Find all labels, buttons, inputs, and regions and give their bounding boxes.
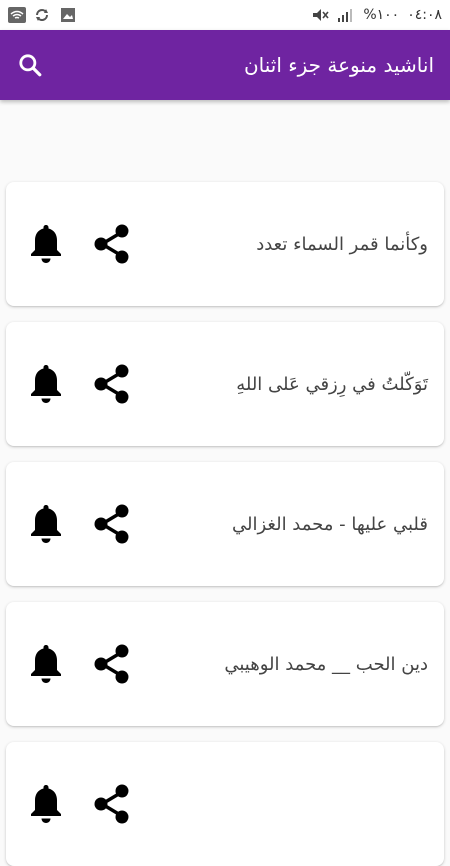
bell-button[interactable] — [26, 222, 66, 266]
bell-button[interactable] — [26, 502, 66, 546]
search-button[interactable] — [14, 49, 46, 81]
list-item[interactable]: دين الحب __ محمد الوهيبي — [6, 602, 444, 726]
share-icon — [94, 224, 129, 264]
mute-icon — [311, 7, 329, 23]
bell-icon — [31, 645, 61, 683]
share-icon — [94, 504, 129, 544]
item-title: تَوَكّلتُ في رِزقي عَلى اللهِ — [236, 373, 428, 395]
image-icon — [60, 7, 78, 23]
search-icon — [19, 54, 42, 77]
app-title: اناشيد منوعة جزء اثنان — [243, 53, 434, 77]
battery-text: %١٠٠ — [363, 7, 400, 23]
item-title: وكأنما قمر السماء تعدد — [256, 233, 428, 255]
share-button[interactable] — [90, 362, 134, 406]
wifi-icon — [8, 7, 26, 23]
sync-icon — [34, 7, 52, 23]
list-item[interactable] — [6, 742, 444, 866]
bell-icon — [31, 225, 61, 263]
bell-icon — [31, 785, 61, 823]
bell-icon — [31, 505, 61, 543]
list-item[interactable]: تَوَكّلتُ في رِزقي عَلى اللهِ — [6, 322, 444, 446]
bell-button[interactable] — [26, 362, 66, 406]
item-title: دين الحب __ محمد الوهيبي — [224, 653, 428, 675]
app-bar: اناشيد منوعة جزء اثنان — [0, 30, 450, 100]
clock: ٠٤:٠٨ — [407, 7, 442, 23]
share-button[interactable] — [90, 782, 134, 826]
bell-icon — [31, 365, 61, 403]
list-item[interactable]: قلبي عليها - محمد الغزالي — [6, 462, 444, 586]
status-right: %١٠٠ ٠٤:٠٨ — [311, 7, 442, 23]
bell-button[interactable] — [26, 782, 66, 826]
share-icon — [94, 784, 129, 824]
status-bar: %١٠٠ ٠٤:٠٨ — [0, 0, 450, 30]
list-item[interactable]: وكأنما قمر السماء تعدد — [6, 182, 444, 306]
signal-icon — [337, 7, 355, 23]
status-left — [8, 7, 78, 23]
share-icon — [94, 644, 129, 684]
share-button[interactable] — [90, 502, 134, 546]
item-title: قلبي عليها - محمد الغزالي — [232, 513, 428, 535]
share-icon — [94, 364, 129, 404]
share-button[interactable] — [90, 642, 134, 686]
share-button[interactable] — [90, 222, 134, 266]
bell-button[interactable] — [26, 642, 66, 686]
